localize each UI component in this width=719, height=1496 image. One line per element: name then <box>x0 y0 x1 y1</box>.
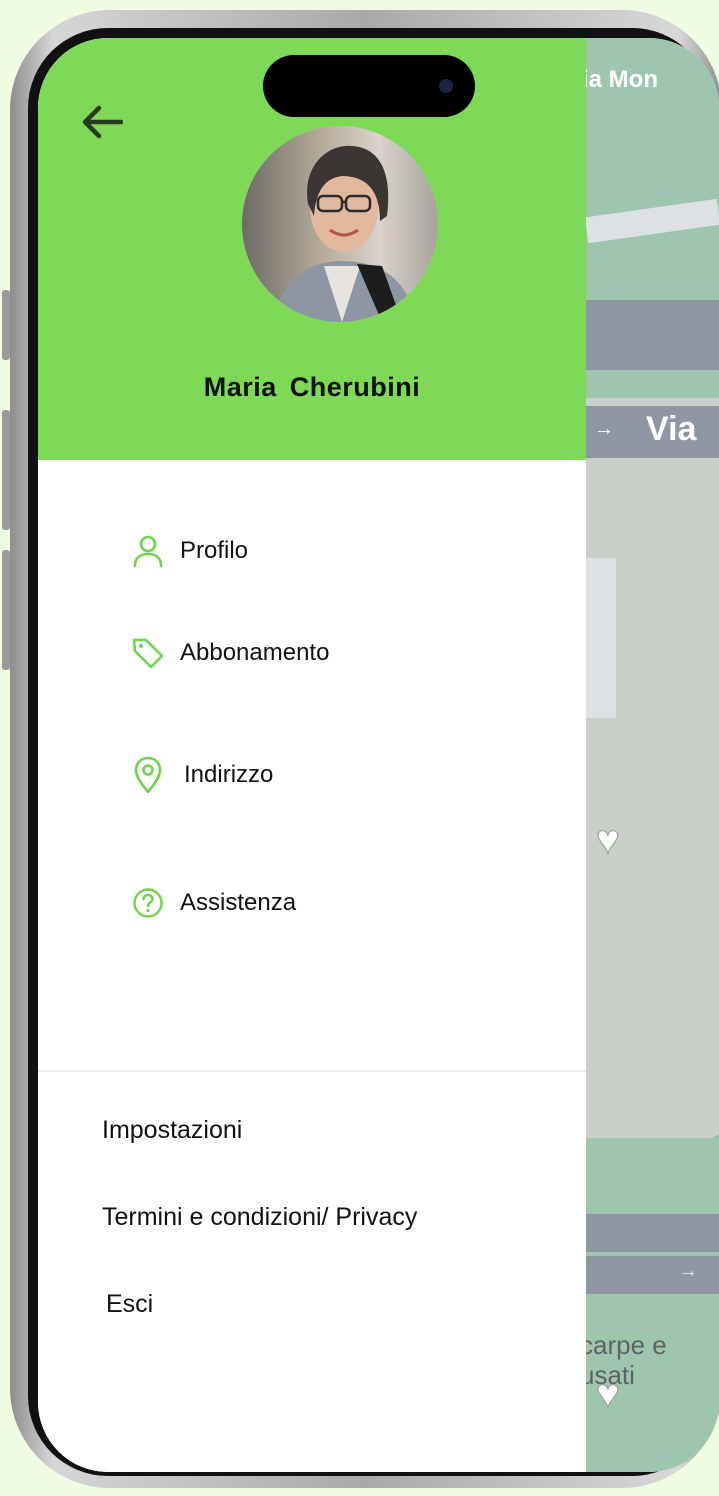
phone-volume-up-button <box>2 410 10 530</box>
map-park-area <box>586 1138 719 1472</box>
drawer-divider <box>38 1070 586 1072</box>
menu-item-label: Profilo <box>180 537 249 564</box>
map-road <box>586 1214 719 1252</box>
tag-icon <box>130 635 166 671</box>
menu-item-label: Indirizzo <box>184 761 274 788</box>
phone-side-button <box>2 290 10 360</box>
camera-icon <box>439 79 453 93</box>
menu-item-label: Abbonamento <box>180 639 330 666</box>
user-icon <box>130 533 166 569</box>
user-name: Maria Cherubini <box>203 372 421 402</box>
map-building <box>586 558 616 718</box>
navigation-drawer: Maria Cherubini Profilo Abbonamento Indi… <box>38 38 586 1472</box>
settings-link[interactable]: Impostazioni <box>102 1116 242 1145</box>
heart-icon[interactable]: ♥ <box>596 1372 621 1417</box>
map-street-label: ia Mon <box>586 66 658 93</box>
map-road <box>586 300 719 370</box>
map-direction-arrow: → <box>594 418 614 440</box>
menu-item-assistenza[interactable]: Assistenza <box>130 878 296 928</box>
arrow-left-icon <box>82 105 123 139</box>
map-background[interactable]: ia Mon → Via → carpe e usati ♥ ♥ <box>586 38 719 1472</box>
avatar[interactable] <box>242 126 438 322</box>
map-direction-arrow: → <box>678 1260 698 1282</box>
location-pin-icon <box>130 756 166 794</box>
map-place-label: carpe e <box>586 1330 667 1360</box>
avatar-photo <box>242 126 438 322</box>
map-street-label: Via <box>646 410 697 448</box>
heart-icon[interactable]: ♥ <box>596 818 621 863</box>
menu-item-abbonamento[interactable]: Abbonamento <box>130 628 329 678</box>
terms-privacy-link[interactable]: Termini e condizioni/ Privacy <box>102 1203 417 1232</box>
menu-item-profilo[interactable]: Profilo <box>130 526 248 576</box>
help-circle-icon <box>130 885 166 921</box>
drawer-header: Maria Cherubini <box>38 38 586 460</box>
dynamic-island <box>263 55 475 117</box>
map-road <box>586 1256 719 1294</box>
logout-link[interactable]: Esci <box>106 1290 153 1319</box>
phone-volume-down-button <box>2 550 10 670</box>
menu-item-label: Assistenza <box>180 889 297 916</box>
menu-item-indirizzo[interactable]: Indirizzo <box>130 750 273 800</box>
back-button[interactable] <box>78 98 126 146</box>
screen: ia Mon → Via → carpe e usati ♥ ♥ Maria C… <box>38 38 719 1472</box>
